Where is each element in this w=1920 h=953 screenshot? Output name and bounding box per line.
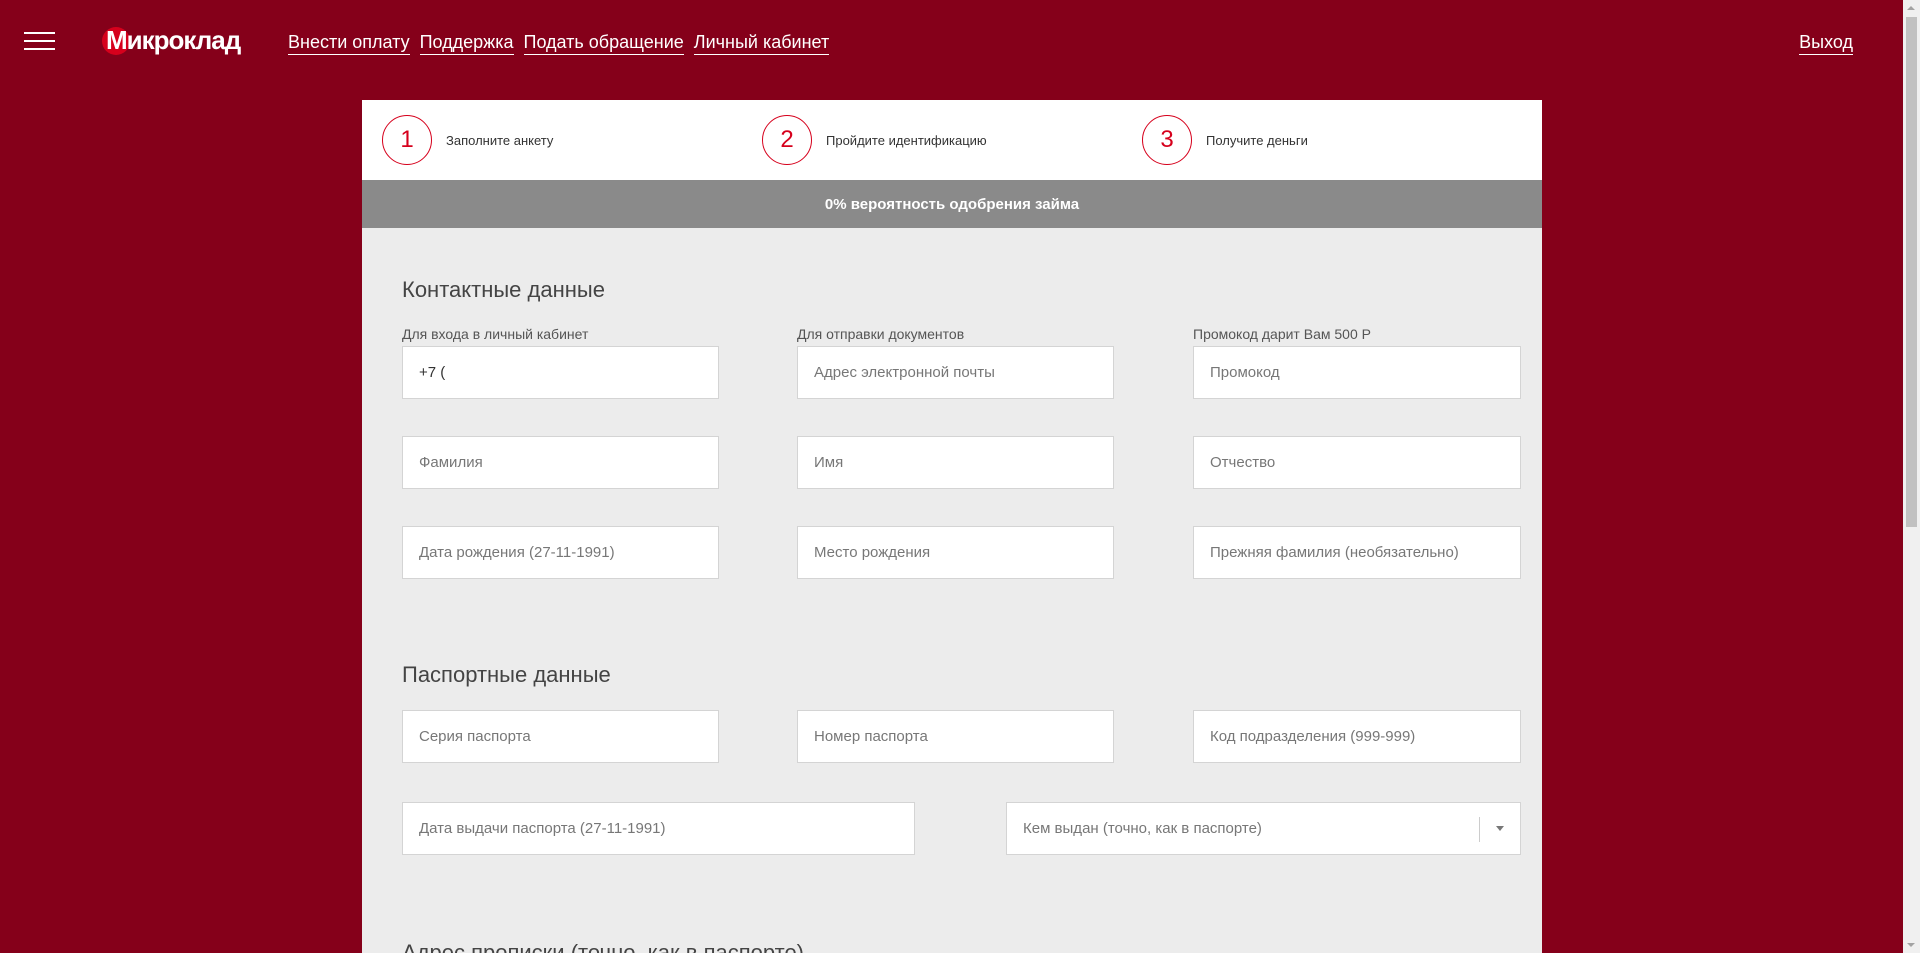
email-hint: Для отправки документов	[797, 326, 965, 342]
issued-by-select[interactable]: Кем выдан (точно, как в паспорте)	[1006, 802, 1521, 855]
select-separator	[1479, 817, 1480, 842]
previous-surname-field[interactable]	[1193, 526, 1521, 579]
patronymic-field[interactable]	[1193, 436, 1521, 489]
issued-by-placeholder: Кем выдан (точно, как в паспорте)	[1023, 820, 1262, 837]
scroll-down-icon[interactable]	[1907, 943, 1915, 947]
step-number: 1	[382, 115, 432, 165]
application-form: 1 Заполните анкету 2 Пройдите идентифика…	[362, 100, 1542, 953]
scrollbar-thumb[interactable]	[1906, 17, 1917, 527]
step-2: 2 Пройдите идентификацию	[762, 115, 987, 165]
approval-probability-bar: 0% вероятность одобрения займа	[362, 180, 1542, 228]
contact-section-title: Контактные данные	[402, 277, 605, 302]
logout-link[interactable]: Выход	[1799, 32, 1853, 55]
nav-link-appeal[interactable]: Подать обращение	[523, 32, 684, 55]
nav-link-payment[interactable]: Внести оплату	[288, 32, 410, 55]
nav-link-account[interactable]: Личный кабинет	[693, 32, 830, 55]
step-1: 1 Заполните анкету	[382, 115, 553, 165]
promo-hint: Промокод дарит Вам 500 Р	[1193, 326, 1371, 342]
passport-issue-date-field[interactable]	[402, 802, 915, 855]
step-number: 2	[762, 115, 812, 165]
main-nav: Внести оплату Поддержка Подать обращение…	[288, 32, 830, 55]
birthplace-field[interactable]	[797, 526, 1114, 579]
step-label: Пройдите идентификацию	[826, 132, 987, 148]
step-label: Получите деньги	[1206, 132, 1308, 148]
logo-text: Микроклад	[106, 25, 241, 55]
phone-hint: Для входа в личный кабинет	[402, 326, 589, 342]
steps-bar: 1 Заполните анкету 2 Пройдите идентифика…	[362, 100, 1542, 180]
menu-icon[interactable]	[24, 32, 55, 50]
passport-section-title: Паспортные данные	[402, 662, 611, 687]
step-label: Заполните анкету	[446, 132, 554, 148]
page-scrollbar[interactable]	[1903, 0, 1920, 953]
scroll-up-icon[interactable]	[1907, 6, 1915, 10]
promo-code-field[interactable]	[1193, 346, 1521, 399]
passport-number-field[interactable]	[797, 710, 1114, 763]
address-section-title: Адрес прописки (точно, как в паспорте)	[402, 940, 805, 953]
department-code-field[interactable]	[1193, 710, 1521, 763]
step-number: 3	[1142, 115, 1192, 165]
page: Микроклад Внести оплату Поддержка Подать…	[0, 0, 1920, 953]
step-3: 3 Получите деньги	[1142, 115, 1308, 165]
passport-series-field[interactable]	[402, 710, 719, 763]
surname-field[interactable]	[402, 436, 719, 489]
nav-link-support[interactable]: Поддержка	[419, 32, 514, 55]
header: Микроклад Внести оплату Поддержка Подать…	[0, 0, 1903, 90]
birthdate-field[interactable]	[402, 526, 719, 579]
name-field[interactable]	[797, 436, 1114, 489]
phone-field[interactable]	[402, 346, 719, 399]
email-field[interactable]	[797, 346, 1114, 399]
chevron-down-icon[interactable]	[1496, 826, 1504, 831]
